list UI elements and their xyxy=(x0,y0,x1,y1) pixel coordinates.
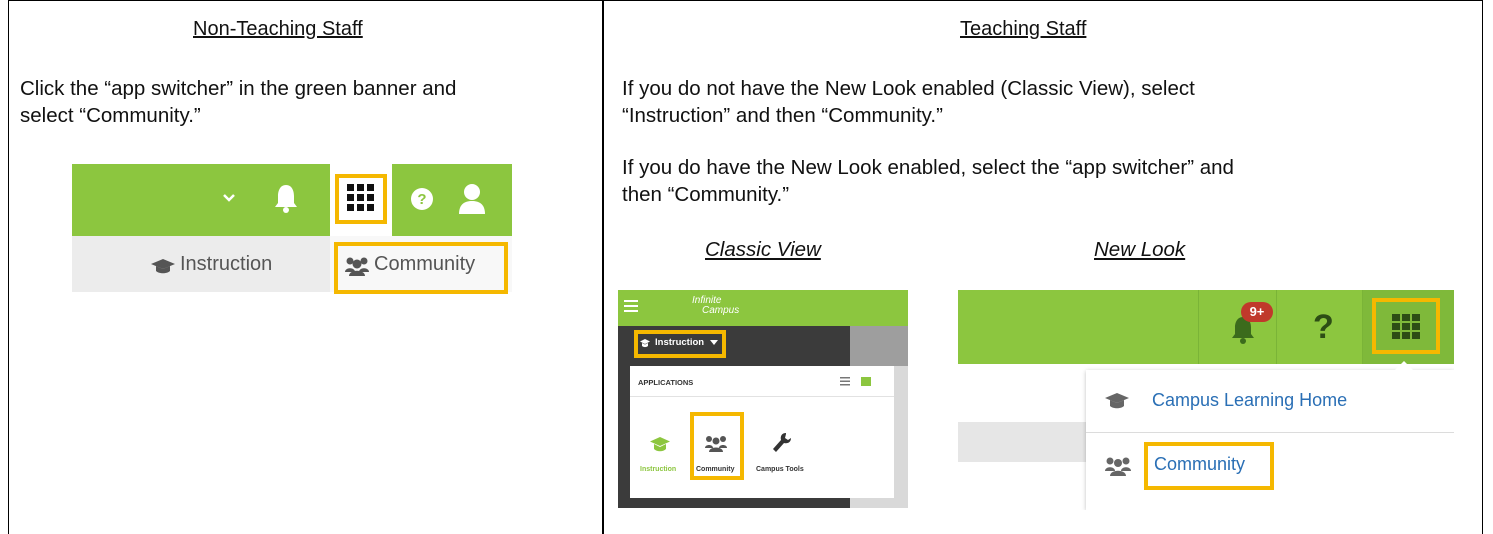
column-divider xyxy=(602,0,604,534)
svg-text:?: ? xyxy=(417,191,426,208)
left-instruction-line1: Click the “app switcher” in the green ba… xyxy=(20,77,457,100)
grid-view-icon[interactable] xyxy=(861,377,871,386)
campus-tools-app-label[interactable]: Campus Tools xyxy=(756,466,804,473)
list-view-icon[interactable] xyxy=(840,377,850,386)
new-look-caption: New Look xyxy=(1094,238,1186,261)
wrench-icon xyxy=(773,433,791,452)
help-icon[interactable]: ? xyxy=(1313,308,1334,347)
app-switcher-highlight xyxy=(1372,298,1440,354)
instruction-tab[interactable]: Instruction xyxy=(180,253,272,276)
left-instruction-line2: select “Community.” xyxy=(20,104,201,127)
new-look-screenshot: 9+ ? Campus Learning Home Community xyxy=(958,290,1454,510)
dropdown-pointer xyxy=(1394,361,1414,371)
applications-label: APPLICATIONS xyxy=(638,378,694,387)
instruction-app-label[interactable]: Instruction xyxy=(640,466,676,473)
classic-view-screenshot: Infinite Campus Instruction APPLICATIONS… xyxy=(618,290,908,508)
instruction-menu-highlight xyxy=(634,330,726,358)
right-para1-line2: “Instruction” and then “Community.” xyxy=(622,104,943,127)
bell-icon[interactable] xyxy=(272,182,300,214)
right-para2-line2: then “Community.” xyxy=(622,183,790,206)
right-para2-line1: If you do have the New Look enabled, sel… xyxy=(622,156,1234,179)
graduation-cap-icon xyxy=(151,259,175,274)
nonteaching-banner-screenshot: ? Instruction Community xyxy=(72,164,512,296)
community-app-highlight xyxy=(690,412,744,480)
instruction-app-icon xyxy=(650,437,670,452)
classic-view-caption: Classic View xyxy=(705,238,821,261)
applications-panel: APPLICATIONS Instruction Community Campu… xyxy=(630,366,894,498)
left-column-header: Non-Teaching Staff xyxy=(193,18,363,40)
community-link-highlight xyxy=(1144,442,1274,490)
campus-learning-home-link[interactable]: Campus Learning Home xyxy=(1152,390,1347,411)
notification-badge: 9+ xyxy=(1241,302,1273,322)
right-column-header: Teaching Staff xyxy=(960,18,1087,40)
community-highlight xyxy=(334,242,508,294)
user-icon[interactable] xyxy=(457,182,487,214)
right-para1-line1: If you do not have the New Look enabled … xyxy=(622,77,1195,100)
community-icon xyxy=(1105,457,1131,476)
help-icon[interactable]: ? xyxy=(410,187,434,211)
chevron-down-icon[interactable] xyxy=(222,192,236,204)
app-switcher-dropdown: Campus Learning Home Community xyxy=(1086,370,1454,510)
logo-line2: Campus xyxy=(702,305,740,316)
hamburger-menu-icon[interactable] xyxy=(624,300,638,312)
app-switcher-highlight xyxy=(335,174,387,224)
graduation-cap-icon xyxy=(1105,393,1129,409)
